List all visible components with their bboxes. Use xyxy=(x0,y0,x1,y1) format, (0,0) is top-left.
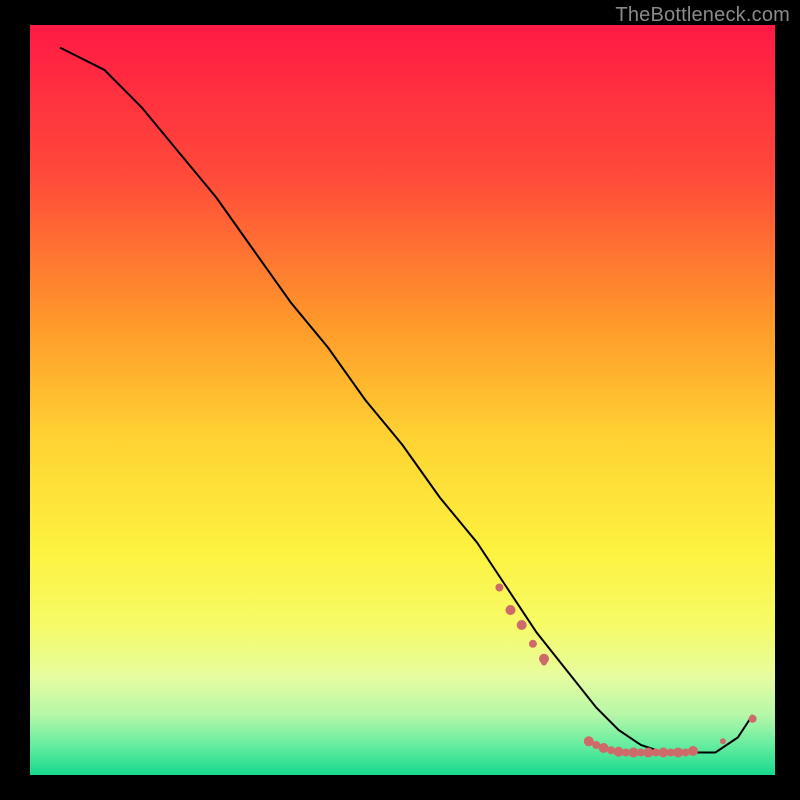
marker-dot xyxy=(541,660,547,666)
marker-dot xyxy=(495,584,503,592)
marker-dot xyxy=(599,743,609,753)
marker-dot xyxy=(749,715,757,723)
chart-stage: TheBottleneck.com xyxy=(0,0,800,800)
marker-dot xyxy=(720,738,726,744)
marker-dot xyxy=(688,746,698,756)
bottleneck-chart xyxy=(0,0,800,800)
marker-dot xyxy=(506,605,516,615)
marker-dot xyxy=(529,640,537,648)
plot-background xyxy=(30,25,775,775)
marker-dot xyxy=(517,620,527,630)
watermark-label: TheBottleneck.com xyxy=(615,4,790,27)
